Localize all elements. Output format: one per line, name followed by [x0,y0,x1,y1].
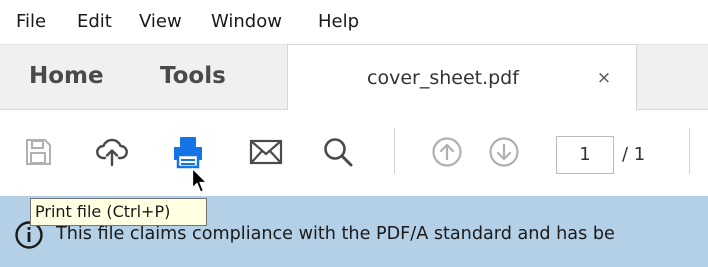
find-button[interactable] [318,132,358,172]
menu-help[interactable]: Help [318,10,359,34]
tab-document[interactable]: cover_sheet.pdf × [287,44,637,111]
menu-file[interactable]: File [16,10,46,34]
save-icon [26,139,51,165]
page-down-icon [489,137,519,167]
tab-bar: Home Tools cover_sheet.pdf × [0,44,708,111]
print-tooltip: Print file (Ctrl+P) [30,198,207,226]
toolbar-divider [689,128,690,174]
cloud-upload-icon [96,138,128,167]
email-button[interactable] [246,132,286,172]
menu-window[interactable]: Window [211,10,282,34]
next-page-button[interactable] [484,132,524,172]
print-button[interactable] [168,132,208,172]
document-tab-label: cover_sheet.pdf [367,67,519,89]
mail-icon [249,139,283,165]
print-icon [174,137,202,169]
toolbar-divider [394,128,395,174]
cursor-arrow-icon [191,167,208,193]
page-number-input[interactable]: 1 [556,136,614,174]
previous-page-button[interactable] [427,132,467,172]
menu-edit[interactable]: Edit [77,10,112,34]
close-tab-button[interactable]: × [594,67,614,89]
page-total: / 1 [622,144,646,165]
menu-view[interactable]: View [139,10,182,34]
toolbar: 1 / 1 [0,110,708,196]
tab-home[interactable]: Home [29,59,104,93]
menu-bar: File Edit View Window Help [0,0,708,44]
search-icon [324,138,353,167]
save-button[interactable] [18,132,58,172]
tab-tools[interactable]: Tools [160,59,226,93]
cloud-upload-button[interactable] [92,132,132,172]
page-up-icon [432,137,462,167]
